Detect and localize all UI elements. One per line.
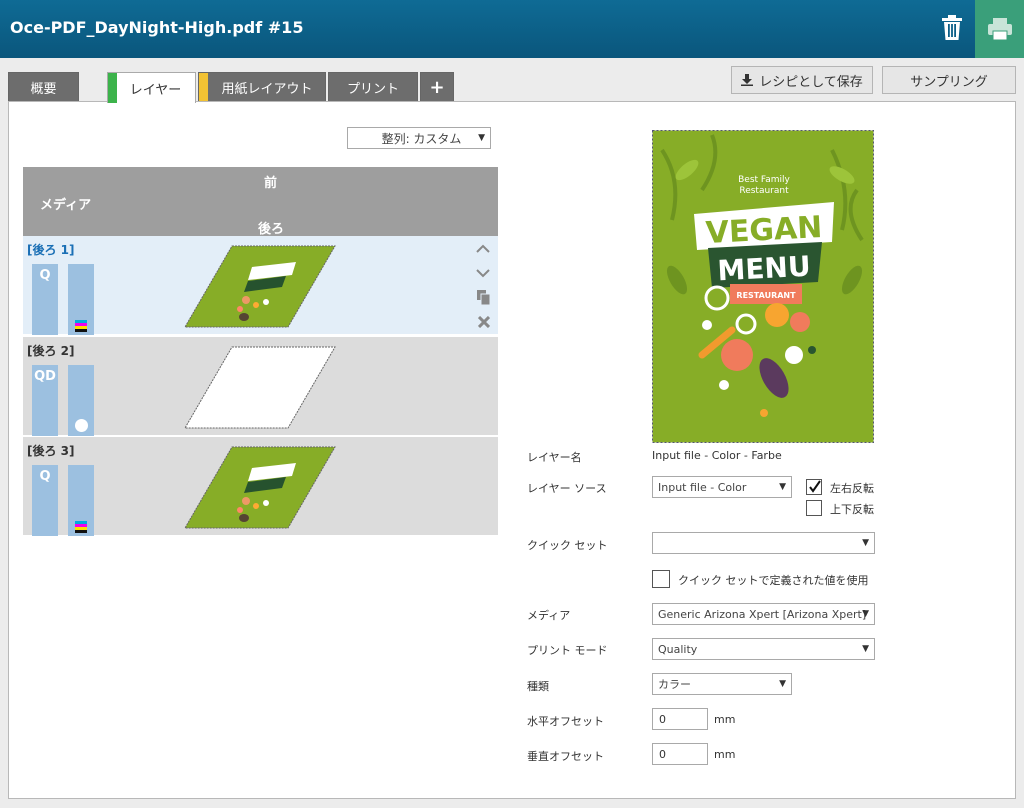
ink-bar [68, 365, 94, 436]
ink-bar [68, 465, 94, 536]
layer-source-value: Input file - Color [658, 480, 747, 494]
header-media: メディア [40, 198, 92, 213]
print-mode-label: プリント モード [527, 644, 608, 657]
mirror-horizontal-label: 左右反転 [830, 482, 874, 495]
download-icon [741, 74, 754, 86]
tab-stripe-yellow [199, 73, 208, 102]
print-mode-badge: Q [32, 465, 58, 536]
vertical-offset-unit: mm [714, 748, 736, 761]
layer-list-header: 前 メディア 後ろ [23, 167, 498, 237]
plus-icon: + [429, 77, 445, 98]
printer-icon [987, 18, 1012, 41]
window-title: Oce-PDF_DayNight-High.pdf #15 [10, 18, 304, 37]
print-mode-badge: QD [32, 365, 58, 436]
cmyk-icon [75, 320, 87, 332]
check-icon [809, 480, 821, 493]
mirror-vertical-label: 上下反転 [830, 503, 874, 516]
layer-preview-image: Best Family Restaurant VEGAN MENU RESTAU… [652, 130, 874, 443]
tab-summary[interactable]: 概要 [8, 72, 79, 102]
caret-down-icon: ▼ [862, 538, 869, 548]
mirror-horizontal-checkbox[interactable] [806, 479, 822, 495]
media-value: Generic Arizona Xpert [Arizona Xpert] [658, 607, 867, 621]
print-mode-value: Quality [658, 642, 698, 656]
preview-text-line1: Best Family [738, 175, 790, 185]
type-label: 種類 [527, 680, 549, 693]
use-quick-set-label: クイック セットで定義された値を使用 [678, 574, 869, 587]
caret-down-icon: ▼ [779, 679, 786, 689]
tab-label: プリント [346, 82, 399, 97]
layer-row-label: [後ろ 2] [27, 344, 75, 358]
trash-icon[interactable] [938, 14, 966, 42]
horizontal-offset-input[interactable]: 0 [652, 708, 708, 730]
layer-row[interactable]: [後ろ 1] Q [23, 236, 498, 335]
media-select[interactable]: Generic Arizona Xpert [Arizona Xpert] ▼ [652, 603, 875, 625]
layer-row[interactable]: [後ろ 2] QD [23, 337, 498, 436]
tab-layers[interactable]: レイヤー [107, 72, 196, 103]
use-quick-set-checkbox[interactable] [652, 570, 670, 588]
layer-thumbnail [184, 245, 336, 328]
preview-subtitle: RESTAURANT [736, 291, 796, 300]
tab-sheet-layout[interactable]: 用紙レイアウト [198, 72, 326, 102]
caret-down-icon: ▼ [779, 482, 786, 492]
white-ink-icon [75, 419, 88, 432]
vertical-offset-value: 0 [659, 747, 666, 761]
title-bar: Oce-PDF_DayNight-High.pdf #15 [0, 0, 1024, 58]
save-recipe-button[interactable]: レシピとして保存 [731, 66, 873, 94]
caret-down-icon: ▼ [478, 133, 485, 143]
layer-name-label: レイヤー名 [527, 451, 582, 464]
cmyk-icon [75, 521, 87, 533]
save-recipe-label: レシピとして保存 [759, 74, 863, 90]
vertical-offset-input[interactable]: 0 [652, 743, 708, 765]
vertical-offset-label: 垂直オフセット [527, 750, 604, 763]
tab-print[interactable]: プリント [328, 72, 418, 102]
print-button[interactable] [975, 0, 1024, 58]
tab-add[interactable]: + [420, 72, 454, 102]
layer-source-select[interactable]: Input file - Color ▼ [652, 476, 792, 498]
tab-label: 用紙レイアウト [221, 82, 313, 97]
caret-down-icon: ▼ [862, 644, 869, 654]
preview-title-menu: MENU [717, 250, 812, 288]
print-mode-select[interactable]: Quality ▼ [652, 638, 875, 660]
layer-thumbnail [184, 446, 336, 529]
header-back: 後ろ [258, 222, 285, 237]
sampling-button[interactable]: サンプリング [882, 66, 1016, 94]
tab-label: レイヤー [129, 82, 182, 98]
horizontal-offset-unit: mm [714, 713, 736, 726]
sampling-label: サンプリング [910, 74, 988, 90]
layer-thumbnail [184, 346, 336, 429]
move-down-icon[interactable] [476, 268, 490, 278]
mirror-vertical-checkbox[interactable] [806, 500, 822, 516]
layer-row-label: [後ろ 1] [27, 243, 75, 257]
type-value: カラー [658, 678, 691, 691]
caret-down-icon: ▼ [862, 609, 869, 619]
header-front: 前 [264, 176, 278, 191]
close-icon[interactable] [478, 316, 490, 328]
duplicate-icon[interactable] [477, 290, 491, 305]
layer-name-value: Input file - Color - Farbe [652, 449, 782, 462]
tab-stripe-green [108, 73, 117, 103]
layer-row-label: [後ろ 3] [27, 444, 75, 458]
layer-source-label: レイヤー ソース [527, 482, 607, 495]
print-mode-badge: Q [32, 264, 58, 335]
media-label: メディア [527, 609, 571, 622]
quick-set-label: クイック セット [527, 539, 608, 552]
layer-row[interactable]: [後ろ 3] Q [23, 437, 498, 536]
sort-select[interactable]: 整列: カスタム ▼ [347, 127, 491, 149]
horizontal-offset-label: 水平オフセット [527, 715, 604, 728]
type-select[interactable]: カラー ▼ [652, 673, 792, 695]
quick-set-select[interactable]: ▼ [652, 532, 875, 554]
ink-bar [68, 264, 94, 335]
tab-label: 概要 [30, 82, 57, 97]
sort-value: 整列: カスタム [381, 131, 462, 146]
move-up-icon[interactable] [476, 244, 490, 254]
preview-text-line2: Restaurant [739, 186, 789, 196]
horizontal-offset-value: 0 [659, 712, 666, 726]
